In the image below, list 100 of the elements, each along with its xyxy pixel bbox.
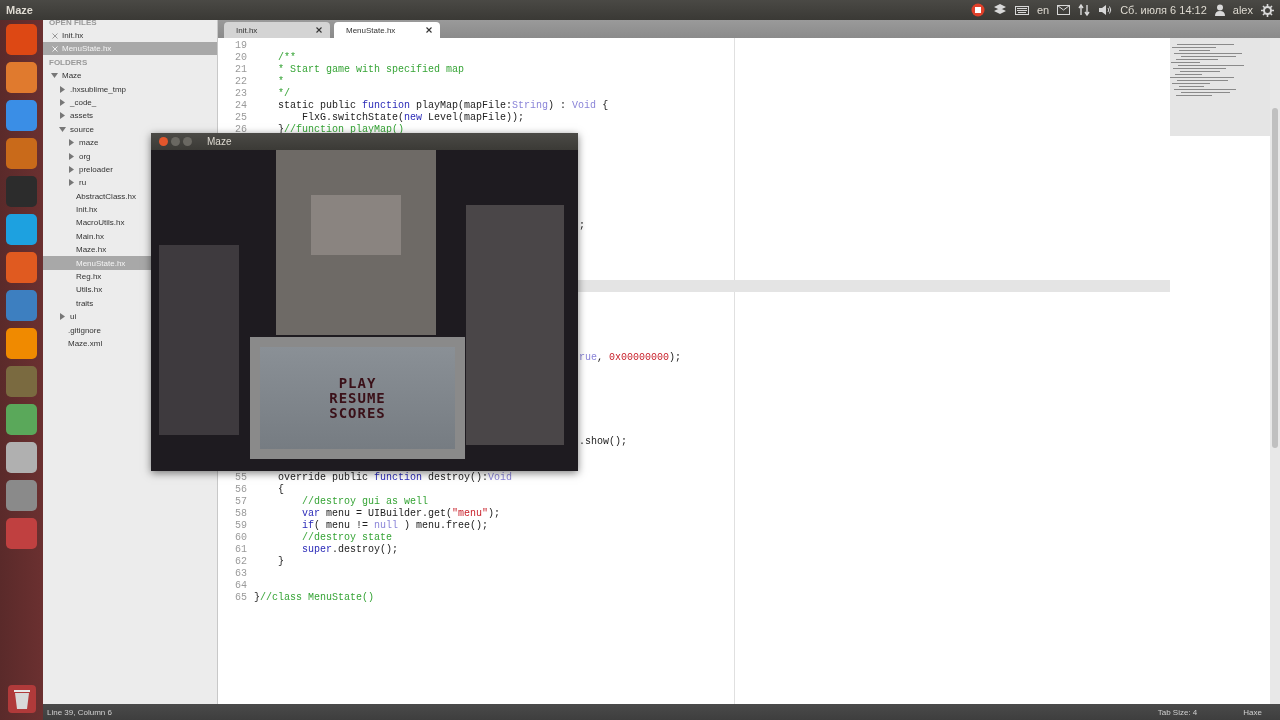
line-number: 59 xyxy=(235,520,247,532)
tree-item[interactable]: Maze.xml xyxy=(43,336,151,351)
tree-item[interactable]: Reg.hx xyxy=(43,269,151,284)
line-number: 60 xyxy=(235,532,247,544)
tree-item[interactable]: ui xyxy=(43,310,151,324)
notification-icon[interactable] xyxy=(970,3,985,17)
line-number: 21 xyxy=(235,64,247,76)
keyboard-icon[interactable] xyxy=(1014,5,1029,15)
app-launcher-icon[interactable] xyxy=(6,214,37,245)
app-launcher-icon[interactable] xyxy=(6,62,37,93)
code-line: { xyxy=(277,484,284,496)
tree-item[interactable]: Maze.hx xyxy=(43,243,151,257)
code-line: * Start game with specified map xyxy=(277,64,465,76)
tree-item[interactable]: .gitignore xyxy=(43,323,151,337)
open-file-item[interactable]: Init.hx xyxy=(43,29,217,42)
scrollbar[interactable] xyxy=(1270,38,1280,704)
app-launcher-icon[interactable] xyxy=(6,328,37,359)
code-line: super.destroy(); xyxy=(301,544,399,556)
app-launcher-icon[interactable] xyxy=(6,100,37,131)
tree-item[interactable]: org xyxy=(43,149,151,163)
tree-item[interactable]: ru xyxy=(43,176,151,190)
clock[interactable]: Сб. июля 6 14:12 xyxy=(1120,4,1207,16)
settings-icon[interactable] xyxy=(1261,3,1274,17)
line-number: 61 xyxy=(235,544,247,556)
expanded-triangle-icon[interactable] xyxy=(59,125,66,133)
network-arrows-icon[interactable] xyxy=(1078,4,1091,16)
cursor-position: Line 39, Column 6 xyxy=(47,707,112,717)
syntax-setting[interactable]: Haxe xyxy=(1243,707,1262,717)
line-number: 62 xyxy=(235,556,247,568)
code-line: /** xyxy=(277,52,296,64)
app-launcher-icon[interactable] xyxy=(6,252,37,283)
game-menu-item[interactable]: SCORES xyxy=(329,405,386,421)
code-line: } xyxy=(277,556,284,568)
app-launcher-icon[interactable] xyxy=(6,404,37,435)
keyboard-layout[interactable]: en xyxy=(1036,4,1050,16)
trash-icon[interactable] xyxy=(6,684,37,714)
section-header: FOLDERS xyxy=(48,57,89,69)
tree-item[interactable]: traits xyxy=(43,296,151,311)
section-header: OPEN FILES xyxy=(48,20,98,29)
game-menu-item[interactable]: PLAY xyxy=(338,375,377,391)
tree-item[interactable]: preloader xyxy=(43,162,151,177)
line-number: 57 xyxy=(235,496,247,508)
tab-size-setting[interactable]: Tab Size: 4 xyxy=(1157,707,1198,717)
app-launcher-icon[interactable] xyxy=(6,290,37,321)
game-window-title: Maze xyxy=(207,136,232,147)
line-number: 55 xyxy=(235,472,247,484)
user-icon[interactable] xyxy=(1214,4,1225,16)
code-line: .show(); xyxy=(579,436,627,448)
code-line: static public function playMap(mapFile:String) : Void { xyxy=(277,100,609,112)
tree-item[interactable]: MacroUtils.hx xyxy=(43,216,151,230)
line-number: 19 xyxy=(235,40,247,52)
tree-item[interactable]: assets xyxy=(43,109,151,123)
tree-item[interactable]: Init.hx xyxy=(43,202,151,217)
tree-item[interactable]: AbstractClass.hx xyxy=(43,189,151,203)
line-number: 65 xyxy=(235,592,247,604)
code-line: */ xyxy=(277,88,290,100)
file-tab[interactable]: Init.hx xyxy=(224,22,330,38)
app-launcher-icon[interactable] xyxy=(6,480,37,511)
code-line: var menu = UIBuilder.get("menu"); xyxy=(301,508,501,520)
collapsed-triangle-icon[interactable] xyxy=(59,313,66,321)
code-line: //destroy gui as well xyxy=(301,496,429,508)
box-icon[interactable] xyxy=(992,4,1007,16)
close-icon[interactable] xyxy=(316,27,322,33)
tree-item[interactable]: maze xyxy=(43,135,151,150)
line-number: 24 xyxy=(235,100,247,112)
code-line: }//class MenuState() xyxy=(254,592,375,604)
app-launcher-icon[interactable] xyxy=(6,24,37,55)
mail-icon[interactable] xyxy=(1057,5,1071,15)
window-title: Maze xyxy=(6,4,33,16)
app-launcher-icon[interactable] xyxy=(6,442,37,473)
close-icon[interactable] xyxy=(426,27,432,33)
code-line: //destroy state xyxy=(301,532,393,544)
line-number: 58 xyxy=(235,508,247,520)
file-tab[interactable]: MenuState.hx xyxy=(334,22,440,38)
line-number: 64 xyxy=(235,580,247,592)
line-number: 20 xyxy=(235,52,247,64)
code-line: override public function destroy():Void xyxy=(277,472,513,484)
line-number: 23 xyxy=(235,88,247,100)
tree-item[interactable]: Maze xyxy=(43,69,151,83)
tree-item[interactable]: .hxsublime_tmp xyxy=(43,82,151,96)
line-number: 63 xyxy=(235,568,247,580)
code-line: FlxG.switchState(new Level(mapFile)); xyxy=(301,112,525,124)
expanded-triangle-icon[interactable] xyxy=(51,72,58,80)
tree-item[interactable]: Main.hx xyxy=(43,229,151,244)
user-name[interactable]: alex xyxy=(1232,4,1253,16)
code-line: rue, 0x00000000); xyxy=(579,352,682,364)
code-line: ; xyxy=(579,220,585,232)
line-number: 22 xyxy=(235,76,247,88)
game-menu-item[interactable]: RESUME xyxy=(329,390,386,406)
app-launcher-icon[interactable] xyxy=(6,138,37,169)
line-number: 25 xyxy=(235,112,247,124)
code-line: if( menu != null ) menu.free(); xyxy=(301,520,489,532)
maximize-icon[interactable] xyxy=(183,137,192,146)
tree-item[interactable]: _code_ xyxy=(43,95,151,110)
line-number: 26 xyxy=(235,124,247,136)
tree-item[interactable]: source xyxy=(43,122,151,136)
volume-icon[interactable] xyxy=(1098,4,1113,16)
code-line: * xyxy=(277,76,284,88)
tree-item[interactable]: Utils.hx xyxy=(43,283,151,297)
minimize-icon[interactable] xyxy=(171,137,180,146)
